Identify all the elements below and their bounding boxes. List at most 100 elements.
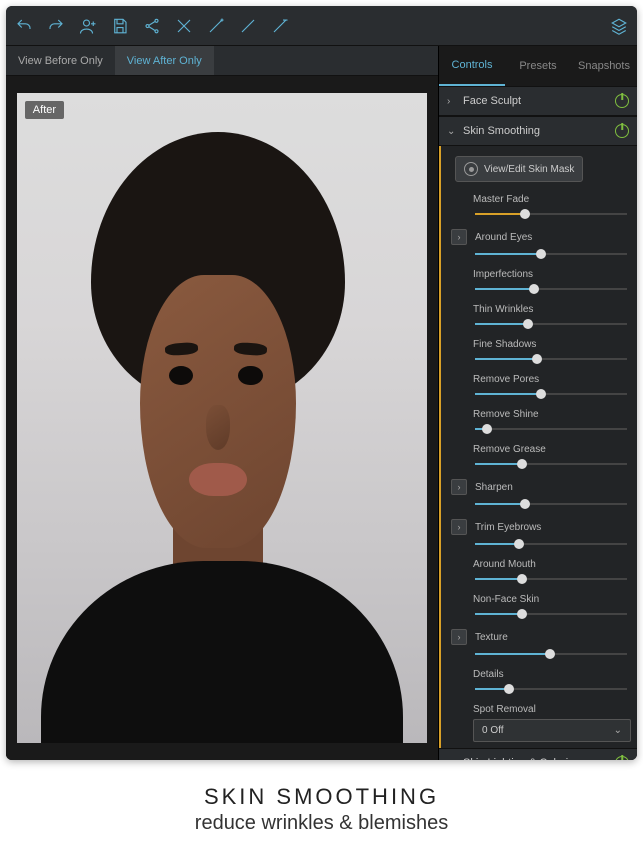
slider-track-masterFade[interactable] (475, 207, 631, 221)
section-skin-smoothing[interactable]: ⌄ Skin Smoothing (439, 116, 637, 146)
slider-label: Imperfections (473, 269, 533, 280)
slider-track-details[interactable] (475, 682, 631, 696)
measure-icon[interactable] (174, 16, 194, 36)
section-title: Face Sculpt (463, 95, 615, 107)
slider-track-thinWrinkles[interactable] (475, 317, 631, 331)
slider-track-nonFaceSkin[interactable] (475, 607, 631, 621)
slider-track-trimEyebrows[interactable] (475, 537, 631, 551)
slider-thumb[interactable] (517, 574, 527, 584)
spot-removal-value: 0 Off (482, 725, 504, 736)
undo-icon[interactable] (14, 16, 34, 36)
slider-label: Thin Wrinkles (473, 304, 533, 315)
caption-title: SKIN SMOOTHING (0, 784, 643, 810)
slider-label: Remove Shine (473, 409, 539, 420)
slider-track-sharpen[interactable] (475, 497, 631, 511)
view-tabs: View Before Only View After Only (6, 46, 438, 76)
slider-label: Around Eyes (475, 232, 532, 243)
top-toolbar (6, 6, 637, 46)
tab-snapshots[interactable]: Snapshots (571, 46, 637, 86)
power-icon[interactable] (615, 94, 629, 108)
slider-label: Around Mouth (473, 559, 536, 570)
view-edit-skin-mask-button[interactable]: View/Edit Skin Mask (455, 156, 583, 182)
slider-removeShine: Remove Shine (473, 409, 631, 436)
slider-label: Texture (475, 632, 508, 643)
section-title: Skin Smoothing (463, 125, 615, 137)
app-window: View Before Only View After Only After (6, 6, 637, 760)
slider-fineShadows: Fine Shadows (473, 339, 631, 366)
slider-trimEyebrows: ›Trim Eyebrows (451, 519, 631, 551)
spot-removal-dropdown[interactable]: 0 Off ⌄ (473, 719, 631, 742)
section-title: Skin Lighting & Coloring (463, 757, 615, 760)
slider-label: Fine Shadows (473, 339, 536, 350)
slider-thumb[interactable] (517, 459, 527, 469)
section-skin-lighting[interactable]: › Skin Lighting & Coloring (439, 748, 637, 760)
section-face-sculpt[interactable]: › Face Sculpt (439, 86, 637, 116)
slider-thumb[interactable] (514, 539, 524, 549)
expand-aroundEyes[interactable]: › (451, 229, 467, 245)
tab-view-after[interactable]: View After Only (115, 46, 214, 75)
slider-thumb[interactable] (523, 319, 533, 329)
slider-track-imperfections[interactable] (475, 282, 631, 296)
power-icon[interactable] (615, 124, 629, 138)
slider-thumb[interactable] (536, 249, 546, 259)
slider-track-removeShine[interactable] (475, 422, 631, 436)
skin-smoothing-body: View/Edit Skin Mask Master Fade › Around E… (439, 146, 637, 748)
tab-controls[interactable]: Controls (439, 46, 505, 86)
slider-track-aroundMouth[interactable] (475, 572, 631, 586)
slider-thumb[interactable] (536, 389, 546, 399)
chevron-right-icon: › (447, 758, 457, 761)
mask-button-label: View/Edit Skin Mask (484, 164, 574, 175)
slider-thumb[interactable] (520, 499, 530, 509)
redo-icon[interactable] (46, 16, 66, 36)
power-icon[interactable] (615, 756, 629, 760)
mask-eye-icon (464, 162, 478, 176)
slider-label: Remove Pores (473, 374, 539, 385)
slider-removePores: Remove Pores (473, 374, 631, 401)
slider-removeGrease: Remove Grease (473, 444, 631, 471)
slider-label: Details (473, 669, 504, 680)
tab-view-before[interactable]: View Before Only (6, 46, 115, 75)
viewport: View Before Only View After Only After (6, 46, 439, 760)
expand-sharpen[interactable]: › (451, 479, 467, 495)
slider-sharpen: › Sharpen (451, 479, 631, 511)
slider-track-fineShadows[interactable] (475, 352, 631, 366)
share-icon[interactable] (142, 16, 162, 36)
slider-track-removeGrease[interactable] (475, 457, 631, 471)
caption-subtitle: reduce wrinkles & blemishes (0, 812, 643, 835)
brush-icon[interactable] (238, 16, 258, 36)
slider-thumb[interactable] (529, 284, 539, 294)
slider-track-aroundEyes[interactable] (475, 247, 631, 261)
slider-thumb[interactable] (545, 649, 555, 659)
slider-label: Sharpen (475, 482, 513, 493)
slider-thumb[interactable] (532, 354, 542, 364)
slider-aroundEyes: › Around Eyes (451, 229, 631, 261)
chevron-down-icon: ⌄ (447, 126, 457, 137)
slider-texture: › Texture (451, 629, 631, 661)
slider-nonFaceSkin: Non-Face Skin (473, 594, 631, 621)
slider-track-removePores[interactable] (475, 387, 631, 401)
right-panel: Controls Presets Snapshots › Face Sculpt… (439, 46, 637, 760)
portrait-illustration (17, 93, 427, 743)
tab-presets[interactable]: Presets (505, 46, 571, 86)
slider-masterFade: Master Fade (473, 194, 631, 221)
main-area: View Before Only View After Only After (6, 46, 637, 760)
add-person-icon[interactable] (78, 16, 98, 36)
slider-thumb[interactable] (504, 684, 514, 694)
slider-imperfections: Imperfections (473, 269, 631, 296)
brush-minus-icon[interactable] (270, 16, 290, 36)
save-icon[interactable] (110, 16, 130, 36)
brush-plus-icon[interactable] (206, 16, 226, 36)
slider-thumb[interactable] (482, 424, 492, 434)
slider-thumb[interactable] (520, 209, 530, 219)
expand-texture[interactable]: › (451, 629, 467, 645)
chevron-down-icon: ⌄ (614, 725, 622, 736)
panel-scroll[interactable]: › Face Sculpt ⌄ Skin Smoothing View/Edit… (439, 86, 637, 760)
panel-tabs: Controls Presets Snapshots (439, 46, 637, 86)
layers-icon[interactable] (609, 16, 629, 36)
slider-thinWrinkles: Thin Wrinkles (473, 304, 631, 331)
slider-thumb[interactable] (517, 609, 527, 619)
image-canvas[interactable]: After (6, 76, 438, 760)
expand-trimEyebrows[interactable]: › (451, 519, 467, 535)
after-badge: After (25, 101, 64, 119)
slider-track-texture[interactable] (475, 647, 631, 661)
